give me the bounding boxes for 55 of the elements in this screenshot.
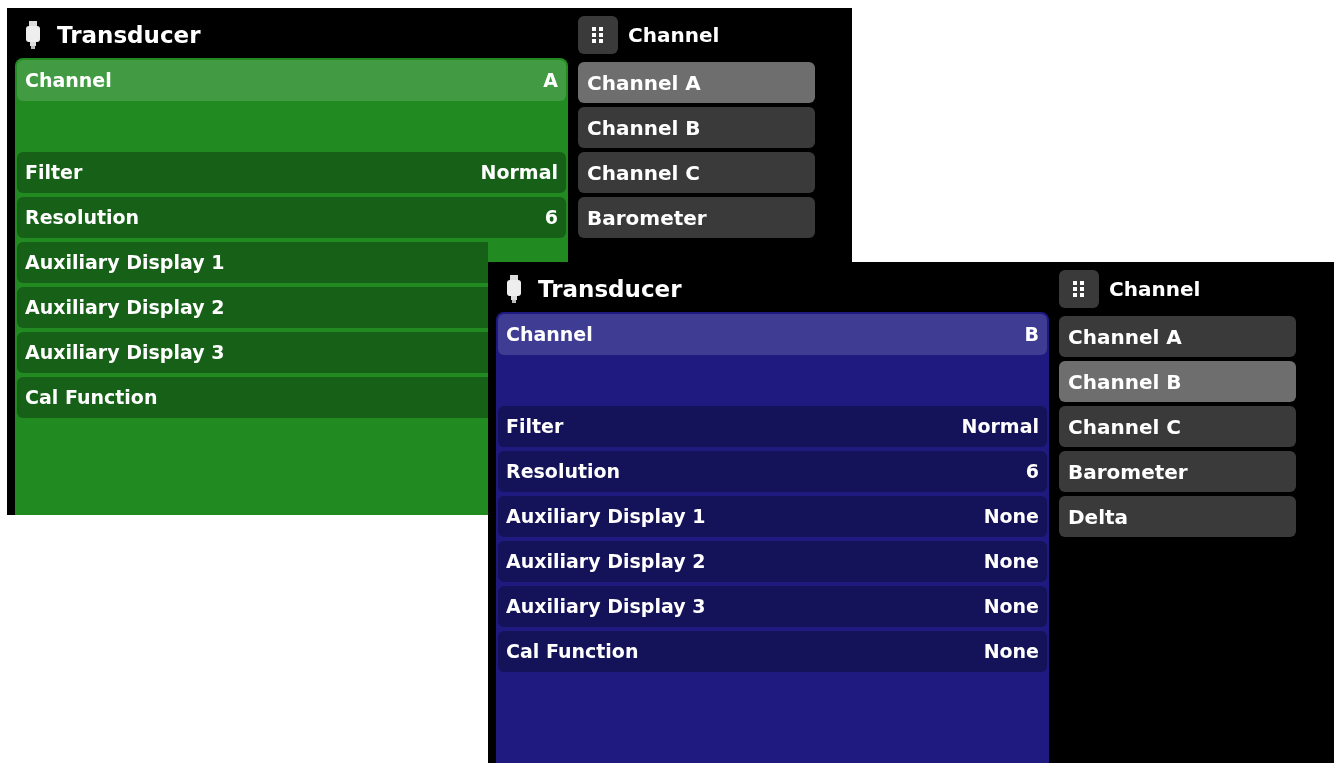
- settings-row[interactable]: Filter Normal: [498, 406, 1047, 447]
- transducer-icon: [25, 21, 41, 49]
- setting-label: Resolution: [25, 205, 140, 231]
- transducer-icon: [506, 275, 522, 303]
- channel-option[interactable]: Channel A: [1059, 316, 1296, 357]
- setting-value: Normal: [961, 414, 1039, 440]
- setting-label: Auxiliary Display 3: [506, 594, 706, 620]
- setting-label: Filter: [25, 160, 83, 186]
- settings-row[interactable]: Resolution 6: [17, 197, 566, 238]
- setting-value: None: [983, 504, 1039, 530]
- settings-row[interactable]: Auxiliary Display 1: [17, 242, 488, 283]
- settings-row[interactable]: Auxiliary Display 2 None: [498, 541, 1047, 582]
- settings-row[interactable]: Cal Function: [17, 377, 488, 418]
- channel-option[interactable]: Channel A: [578, 62, 815, 103]
- settings-row[interactable]: Cal Function None: [498, 631, 1047, 672]
- menu-title: Channel: [628, 22, 720, 49]
- setting-label: Auxiliary Display 2: [506, 549, 706, 575]
- setting-label: Auxiliary Display 3: [25, 340, 225, 366]
- setting-value: None: [983, 639, 1039, 665]
- setting-value: A: [543, 68, 558, 94]
- settings-row[interactable]: Auxiliary Display 2: [17, 287, 488, 328]
- settings-row[interactable]: Resolution 6: [498, 451, 1047, 492]
- channel-option[interactable]: Channel B: [578, 107, 815, 148]
- setting-label: Channel: [25, 68, 112, 94]
- settings-row[interactable]: Filter Normal: [17, 152, 566, 193]
- settings-row[interactable]: Auxiliary Display 1 None: [498, 496, 1047, 537]
- setting-value: None: [983, 549, 1039, 575]
- setting-label: Auxiliary Display 1: [506, 504, 706, 530]
- menu-grid-icon[interactable]: [578, 16, 618, 54]
- channel-option[interactable]: Channel B: [1059, 361, 1296, 402]
- setting-value: Normal: [480, 160, 558, 186]
- settings-row[interactable]: Channel A: [17, 60, 566, 101]
- channel-option[interactable]: Delta: [1059, 496, 1296, 537]
- settings-row[interactable]: Auxiliary Display 3 None: [498, 586, 1047, 627]
- setting-value: None: [983, 594, 1039, 620]
- setting-label: Resolution: [506, 459, 621, 485]
- menu-grid-icon[interactable]: [1059, 270, 1099, 308]
- setting-label: Auxiliary Display 2: [25, 295, 225, 321]
- setting-label: Cal Function: [25, 385, 158, 411]
- channel-option[interactable]: Barometer: [1059, 451, 1296, 492]
- channel-option[interactable]: Channel C: [578, 152, 815, 193]
- setting-value: 6: [544, 205, 558, 231]
- setting-value: B: [1024, 322, 1039, 348]
- setting-value: 6: [1025, 459, 1039, 485]
- channel-option[interactable]: Channel C: [1059, 406, 1296, 447]
- menu-title: Channel: [1109, 276, 1201, 303]
- setting-label: Cal Function: [506, 639, 639, 665]
- screen-title: Transducer: [57, 20, 201, 50]
- setting-label: Filter: [506, 414, 564, 440]
- settings-row[interactable]: Channel B: [498, 314, 1047, 355]
- channel-option[interactable]: Barometer: [578, 197, 815, 238]
- setting-label: Auxiliary Display 1: [25, 250, 225, 276]
- settings-row[interactable]: Auxiliary Display 3: [17, 332, 488, 373]
- setting-label: Channel: [506, 322, 593, 348]
- screen-title: Transducer: [538, 274, 682, 304]
